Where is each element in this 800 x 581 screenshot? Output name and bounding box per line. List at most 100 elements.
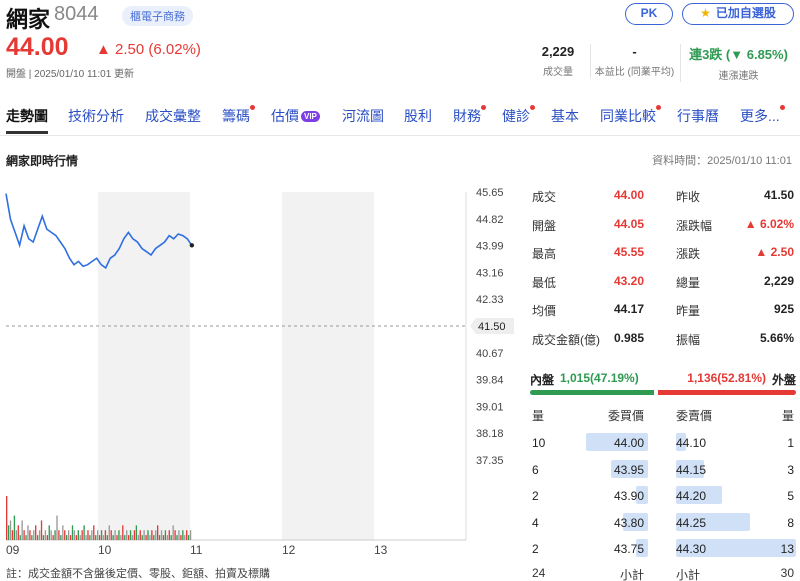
y-tick-label: 39.01: [476, 401, 504, 413]
tab-label: 技術分析: [68, 108, 124, 124]
section-title: 網家即時行情: [6, 154, 79, 168]
tab-8[interactable]: 健診: [502, 105, 535, 126]
quote-value: ▲ 2.50: [755, 245, 794, 259]
ask-subtotal-label: 小計: [676, 568, 701, 581]
tab-11[interactable]: 行事曆: [677, 106, 719, 126]
quote-value: 0.985: [613, 330, 644, 345]
quote-label: 最高: [532, 247, 557, 261]
reference-price-label: 41.50: [478, 321, 506, 333]
volume-bar: [64, 530, 66, 540]
volume-bar: [106, 535, 108, 540]
volume-bar: [11, 530, 14, 540]
volume-bar: [40, 520, 43, 540]
tab-label: 行事曆: [677, 108, 719, 124]
volume-bar: [104, 530, 107, 540]
quote-row: 開盤 44.05 漲跌幅 ▲ 6.02%: [530, 210, 796, 238]
streak-value: 連3跌 (▼ 6.85%): [689, 47, 788, 62]
tab-label: 股利: [404, 108, 432, 124]
volume-bar: [135, 525, 138, 540]
bid-price-header: 委買價: [607, 409, 644, 423]
pk-button[interactable]: PK: [625, 3, 673, 25]
outer-value: 1,136(52.81%): [687, 371, 766, 385]
ask-price-header: 委賣價: [676, 409, 713, 423]
tab-label: 更多...: [740, 108, 780, 124]
orderbook-footer: 24 小計 小計 30: [530, 563, 796, 581]
notification-dot-icon: [656, 105, 661, 110]
volume-bar: [100, 530, 103, 540]
tab-label: 河流圖: [342, 108, 384, 124]
tab-label: 健診: [502, 108, 530, 124]
ask-qty: 1: [787, 436, 794, 450]
current-price: 44.00: [6, 33, 69, 61]
quote-value: ▲ 6.02%: [744, 216, 794, 231]
volume-bar: [67, 530, 70, 540]
industry-tag[interactable]: 櫃電子商務: [122, 6, 193, 26]
volume-bar: [147, 530, 149, 540]
quote-value: 43.20: [613, 273, 644, 288]
volume-bar: [98, 535, 101, 540]
volume-bar: [19, 535, 21, 540]
bid-subtotal-label: 小計: [619, 568, 644, 581]
bid-qty: 6: [532, 462, 539, 477]
volume-value: 2,229: [541, 44, 575, 59]
volume-bar: [166, 535, 169, 540]
pe-value: -: [632, 44, 637, 59]
volume-bar: [151, 530, 153, 540]
footnote: 註：成交金額不含盤後定價、零股、鉅額、拍賣及標購: [6, 568, 270, 580]
tab-0[interactable]: 走勢圖: [6, 106, 48, 134]
volume-bar: [102, 535, 105, 540]
last-price-dot: [189, 243, 195, 248]
volume-bar: [149, 535, 151, 540]
quote-label: 總量: [676, 275, 701, 290]
volume-bar: [178, 530, 180, 540]
quote-value: 5.66%: [759, 330, 794, 345]
tab-1[interactable]: 技術分析: [68, 106, 124, 126]
pe-stat: - 本益比 (同業平均): [590, 44, 678, 78]
volume-bar: [108, 525, 110, 540]
tab-7[interactable]: 財務: [453, 105, 486, 126]
volume-bar: [25, 535, 27, 540]
tab-5[interactable]: 河流圖: [342, 106, 384, 126]
volume-bar: [17, 525, 19, 540]
y-tick-label: 45.65: [476, 187, 504, 199]
quote-row: 最低 43.20 總量 2,229: [530, 267, 796, 295]
tab-2[interactable]: 成交彙整: [145, 106, 201, 126]
volume-bar: [46, 535, 48, 540]
bid-price: 43.75: [613, 542, 644, 556]
volume-bar: [73, 530, 76, 540]
volume-bar: [174, 530, 176, 540]
volume-bar: [66, 535, 68, 540]
quote-label: 振幅: [676, 332, 701, 347]
volume-bar: [42, 535, 45, 540]
volume-bar: [137, 535, 139, 540]
volume-bar: [120, 535, 122, 540]
volume-bar: [6, 496, 8, 540]
volume-bar: [35, 525, 37, 540]
tab-label: 財務: [453, 108, 481, 124]
ask-price: 44.15: [676, 462, 707, 477]
tab-9[interactable]: 基本: [551, 106, 579, 126]
tab-4[interactable]: 估價 VIP: [271, 106, 320, 126]
watchlist-button[interactable]: ★ 已加自選股: [682, 3, 794, 25]
tab-bar: 走勢圖 技術分析 成交彙整 籌碼 估價 VIP 河流圖 股利 財務 健診 基本 同業比較 行事曆 更多..…: [0, 96, 800, 136]
volume-bar: [38, 530, 41, 540]
volume-bar: [56, 515, 58, 540]
bid-qty: 10: [532, 436, 546, 450]
tab-12[interactable]: 更多...: [740, 105, 785, 126]
quote-row: 成交金額(億) 0.985 振幅 5.66%: [530, 324, 796, 352]
volume-bar: [52, 535, 54, 540]
quote-label: 成交: [532, 190, 557, 204]
quote-label: 成交金額(億): [532, 332, 600, 347]
bid-price: 43.90: [613, 489, 644, 503]
volume-bar: [31, 535, 33, 540]
tab-10[interactable]: 同業比較: [600, 105, 661, 126]
quote-value: 41.50: [763, 188, 794, 202]
inner-outer-volume: 內盤 1,015(47.19%) 1,136(52.81%) 外盤: [530, 369, 796, 409]
orderbook-row: 6 43.95 44.15 3: [530, 457, 796, 483]
volume-bar: [85, 535, 87, 540]
volume-bar: [124, 535, 126, 540]
volume-bar: [96, 530, 99, 540]
tab-3[interactable]: 籌碼: [222, 105, 255, 126]
volume-bar: [133, 530, 136, 540]
tab-6[interactable]: 股利: [404, 106, 432, 126]
